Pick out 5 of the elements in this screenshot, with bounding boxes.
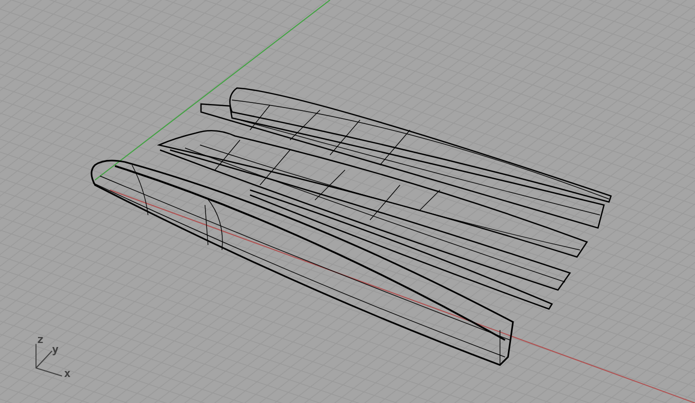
axis-label: y [52, 344, 59, 355]
3d-viewport[interactable]: z y x [0, 0, 695, 403]
axis-label: z [37, 334, 44, 345]
axis-label: x [64, 368, 71, 379]
axis-gizmo-drawing [36, 344, 62, 376]
